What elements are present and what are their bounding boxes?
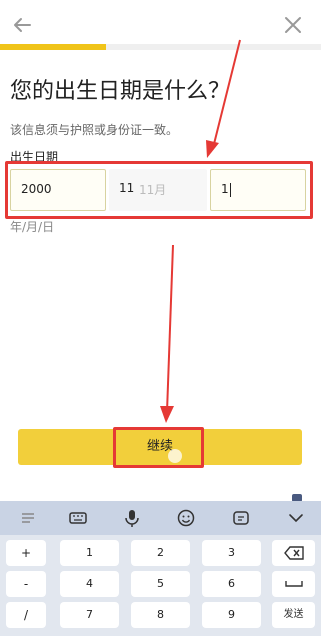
numeric-keyboard: + - / 1 2 3 4 5 6 7 8 9 发送: [0, 535, 321, 636]
mic-icon[interactable]: [122, 508, 142, 528]
key-7[interactable]: 7: [60, 602, 119, 628]
space-icon: [284, 581, 303, 587]
key-plus[interactable]: +: [6, 540, 46, 566]
progress-bar: [0, 44, 321, 50]
clipboard-icon[interactable]: [231, 508, 251, 528]
annotation-arrowhead-1: [206, 140, 219, 158]
key-slash[interactable]: /: [6, 602, 46, 628]
close-icon[interactable]: [281, 13, 305, 37]
key-3[interactable]: 3: [202, 540, 261, 566]
send-key[interactable]: 发送: [272, 602, 315, 628]
page-subtitle: 该信息须与护照或身份证一致。: [10, 123, 179, 137]
keyboard-toolbar: [0, 501, 321, 535]
date-format-hint: 年/月/日: [10, 220, 55, 234]
backspace-icon: [283, 546, 304, 560]
collapse-icon[interactable]: [18, 508, 38, 528]
annotation-arrow-2: [166, 244, 174, 413]
key-6[interactable]: 6: [202, 571, 261, 597]
key-4[interactable]: 4: [60, 571, 119, 597]
annotation-highlight-dob: [5, 161, 313, 219]
annotation-arrowhead-2: [160, 406, 174, 423]
annotation-highlight-continue: [113, 427, 204, 468]
keyboard-icon[interactable]: [68, 508, 88, 528]
keyboard-indicator-icon: [292, 487, 302, 502]
key-minus[interactable]: -: [6, 571, 46, 597]
backspace-key[interactable]: [272, 540, 315, 566]
key-5[interactable]: 5: [131, 571, 190, 597]
space-key[interactable]: [272, 571, 315, 597]
tap-indicator: [168, 449, 182, 463]
progress-fill: [0, 44, 106, 50]
key-1[interactable]: 1: [60, 540, 119, 566]
page-title: 您的出生日期是什么？: [10, 79, 231, 104]
key-9[interactable]: 9: [202, 602, 261, 628]
top-bar: [0, 0, 321, 50]
emoji-icon[interactable]: [176, 508, 196, 528]
key-2[interactable]: 2: [131, 540, 190, 566]
chevron-down-icon[interactable]: [286, 508, 306, 528]
back-arrow-icon[interactable]: [10, 13, 34, 37]
key-8[interactable]: 8: [131, 602, 190, 628]
